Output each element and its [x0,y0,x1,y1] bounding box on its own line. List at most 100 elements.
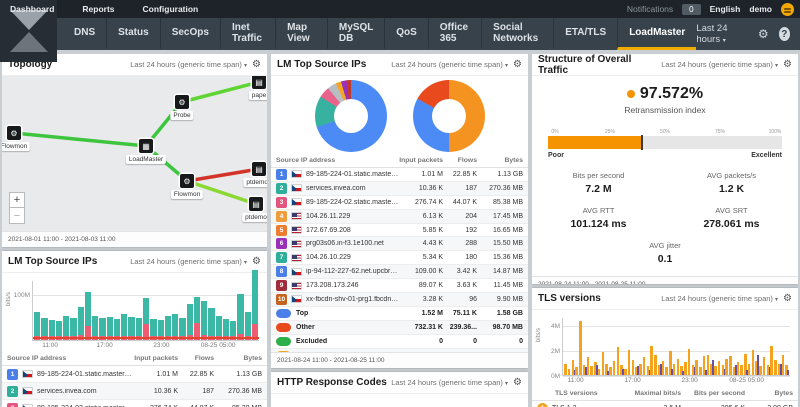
time-span-dropdown[interactable]: Last 24 hours (generic time span) ▾ [130,60,247,69]
help-icon[interactable]: ? [778,27,790,41]
donut-chart-1[interactable] [314,80,387,152]
tab-mysql-db[interactable]: MySQL DB [326,18,384,50]
table-row[interactable]: 6 prg03s06.in-f3.1e100.net 4.43 K 288 15.50 … [271,237,528,252]
value-cell: 109.00 K [414,268,443,276]
orange-spike [609,367,612,375]
teal-segment [63,316,70,337]
time-span-dropdown[interactable]: Last 24 hours (generic time span) ▾ [661,60,778,69]
teal-segment [237,293,244,335]
chevron-down-icon: ▾ [775,297,779,303]
value-cell: 180 [465,254,477,262]
table-row[interactable]: 2 services.invea.com 10.36 K 187 270.36 MB [2,383,267,400]
orange-spike [616,347,620,375]
time-span-dropdown[interactable]: Last 24 hours (generic time span) ▾ [391,378,508,387]
panel-settings-gear-icon[interactable]: ⚙ [252,59,261,70]
summary-row-other[interactable]: Other 732.31 K 239.36... 98.70 MB [271,320,528,335]
donut-chart-2[interactable] [412,80,485,152]
stat-value: 278.061 ms [703,218,760,230]
country-flag-cz-icon [291,267,302,276]
table-row[interactable]: 7 104.26.10.229 5.34 K 180 15.36 MB [271,251,528,266]
dashboard-tabs-bar: DNS Status SecOps Inet Traffic Map View MySQL… [57,18,800,50]
user-avatar[interactable] [781,2,794,16]
table-row[interactable]: 5 172.67.69.208 5.85 K 192 16.65 MB [271,223,528,238]
table-row[interactable]: 1 89-185-224-01.static.masterinter.net 1.0… [271,168,528,182]
panel-settings-gear-icon[interactable]: ⚙ [513,377,522,388]
value-cell: 1.01 M [421,170,443,178]
gauge-bar [548,135,782,150]
tab-qos[interactable]: QoS [384,18,428,50]
tab-map-view[interactable]: Map View [275,18,327,50]
panel-settings-gear-icon[interactable]: ⚙ [252,256,261,267]
user-name[interactable]: demo [749,4,772,14]
tab-social-networks[interactable]: Social Networks [481,18,553,50]
bar [244,312,251,340]
notifications-count-badge[interactable]: 0 [682,3,701,15]
table-row[interactable]: 389-185-224-02.static.masterinter.net276… [2,400,267,407]
teal-segment [201,300,208,336]
summary-row-top[interactable]: Top 1.52 M 75.11 K 1.58 GB [271,306,528,321]
stat-value: 101.124 ms [570,218,627,230]
orange-spike [586,357,590,375]
time-span-dropdown[interactable]: Last 24 hours (generic time span) ▾ [391,60,508,69]
teal-segment [179,317,186,337]
panel-settings-gear-icon[interactable]: ⚙ [783,59,792,70]
table-row[interactable]: 4 104.26.11.229 6.13 K 204 17.45 MB [271,209,528,224]
tab-status[interactable]: Status [106,18,160,50]
orange-spike [740,364,743,375]
table-row[interactable]: 10 xx-fbcdn-shv-01-prg1.fbcdn.net 3.28 K 96… [271,293,528,307]
orange-spike [717,361,721,375]
bar [251,269,259,340]
value-cell: 187 [202,387,214,395]
time-span-dropdown[interactable]: Last 24 hours (generic time span) ▾ [130,257,247,266]
chevron-down-icon: ▾ [505,381,509,387]
settings-gear-icon[interactable]: ⚙ [758,27,769,41]
notifications-label[interactable]: Notifications [627,4,673,14]
time-range-dropdown[interactable]: Last 24 hours ▾ [696,23,748,45]
table-row[interactable]: 1 89-185-224-01.static.masterinter.net 1.0… [2,366,267,383]
table-row[interactable]: 9 173.208.173.246 89.07 K 3.63 K 11.45 MB [271,279,528,294]
value-cell: 10.36 K [153,387,178,395]
summary-row-excluded[interactable]: Excluded 0 0 0 [271,334,528,349]
value-cell: 0 [473,337,477,345]
rank-badge: 1 [276,168,287,180]
menu-dashboard[interactable]: Dashboard [0,4,68,14]
chevron-down-icon: ▾ [505,63,509,69]
tab-inet-traffic[interactable]: Inet Traffic [219,18,275,50]
rank-badge: 3 [276,196,287,208]
app-header: Dashboard Reports Configuration Notifica… [0,0,800,62]
table-row[interactable]: 1TLS 1.23.5 M305.6 K3.00 GB [532,401,798,407]
tab-eta-tls[interactable]: ETA/TLS [553,18,617,50]
tab-secops[interactable]: SecOps [159,18,220,50]
orange-spike [601,352,605,375]
time-span-dropdown[interactable]: Last 24 hours (generic time span) ▾ [661,294,778,303]
server-icon: ▤ [252,162,266,176]
value-cell: 3.28 K [422,295,443,303]
source-ips-bar-chart: bits/s 100M 11:00 17:00 23:00 08-25 05:00 [2,269,267,352]
node-label: ptdemo [242,213,267,222]
zoom-in-button[interactable]: + [9,192,25,208]
menu-reports[interactable]: Reports [68,4,128,14]
topology-map[interactable]: + − ⚙ Flowmon ▦ LoadMaster ⚙ Probe ⚙ Flowmon ▤ pa… [2,76,267,231]
orange-spike [687,348,691,375]
tab-loadmaster[interactable]: LoadMaster [617,18,697,50]
value-cell: 22.85 K [452,170,477,178]
value-cell: 10.36 K [418,184,443,192]
tab-dns[interactable]: DNS [63,18,106,50]
tab-office-365[interactable]: Office 365 [427,18,481,50]
orange-spike [751,349,755,375]
panel-settings-gear-icon[interactable]: ⚙ [783,293,792,304]
table-row[interactable]: 2 services.invea.com 10.36 K 187 270.36 MB [271,181,528,196]
table-row[interactable]: 389-185-224-02.static.masterinter.net276… [271,195,528,210]
panel-settings-gear-icon[interactable]: ⚙ [513,59,522,70]
language-selector[interactable]: English [710,4,741,14]
zoom-out-button[interactable]: − [9,208,25,224]
gear-icon: ⚙ [175,95,189,109]
value-cell: 5.85 K [422,226,443,234]
orange-spike [759,366,762,375]
source-ip-name: services.invea.com [306,184,366,192]
menu-configuration[interactable]: Configuration [129,4,213,14]
summary-color-pill [276,336,291,346]
map-zoom-controls: + − [9,192,25,224]
table-row[interactable]: 8 ip-94-112-227-62.net.upcbroadband.cz 109… [271,265,528,280]
teal-segment [113,318,121,337]
